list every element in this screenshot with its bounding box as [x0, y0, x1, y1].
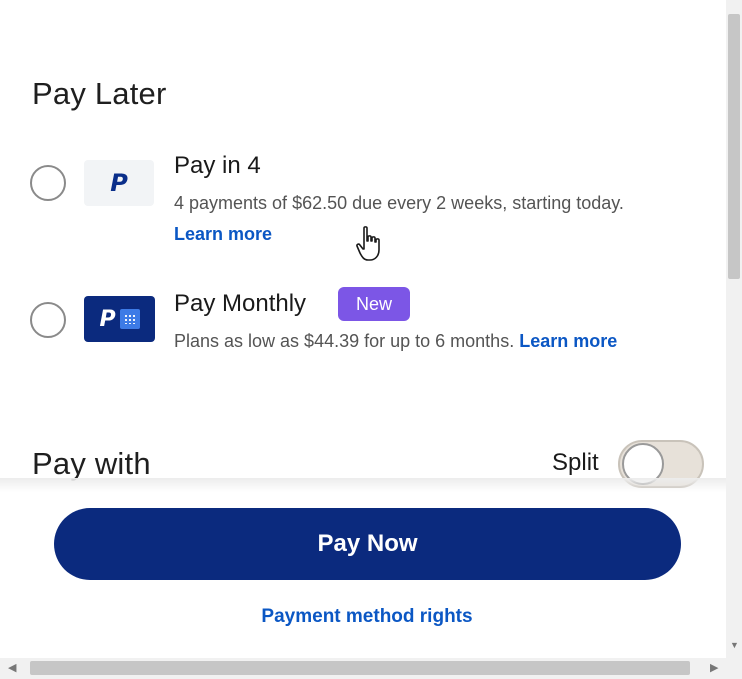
scroll-down-icon[interactable]: ▼ [730, 640, 739, 650]
pay-in-4-title: Pay in 4 [174, 152, 261, 179]
horizontal-scrollbar[interactable]: ◀ ▶ [0, 658, 742, 679]
pay-in-4-learn-more-link[interactable]: Learn more [174, 224, 272, 244]
checkout-panel: Pay Later P Pay in 4 4 payments of $62.5… [0, 0, 742, 679]
pay-monthly-radio[interactable] [30, 302, 66, 338]
hand-pointer-icon [356, 226, 380, 261]
horizontal-scrollbar-thumb[interactable] [30, 661, 690, 675]
pay-now-button[interactable]: Pay Now [54, 508, 681, 580]
paypal-logo-mark: P [110, 169, 128, 197]
calendar-icon [119, 309, 140, 329]
paypal-monthly-logo: P [84, 296, 155, 342]
scroll-right-icon[interactable]: ▶ [710, 661, 718, 674]
pay-monthly-description-text: Plans as low as $44.39 for up to 6 month… [174, 331, 515, 351]
pay-in-4-description: 4 payments of $62.50 due every 2 weeks, … [174, 188, 674, 250]
payment-method-rights-link[interactable]: Payment method rights [0, 606, 734, 628]
scroll-left-icon[interactable]: ◀ [8, 661, 16, 674]
pay-in-4-radio[interactable] [30, 165, 66, 201]
new-badge: New [338, 287, 410, 321]
paypal-logo: P [84, 160, 154, 206]
pay-in-4-description-text: 4 payments of $62.50 due every 2 weeks, … [174, 193, 624, 213]
pay-later-heading: Pay Later [32, 76, 167, 111]
pay-monthly-title: Pay Monthly [174, 290, 307, 317]
footer-divider [0, 478, 726, 492]
pay-monthly-learn-more-link[interactable]: Learn more [519, 331, 617, 351]
vertical-scrollbar[interactable]: ▼ [726, 0, 742, 658]
split-label: Split [552, 449, 599, 476]
pay-with-heading: Pay with [32, 446, 151, 481]
pay-monthly-description: Plans as low as $44.39 for up to 6 month… [174, 326, 734, 357]
vertical-scrollbar-thumb[interactable] [728, 14, 740, 279]
paypal-monthly-logo-mark: P [99, 306, 116, 332]
